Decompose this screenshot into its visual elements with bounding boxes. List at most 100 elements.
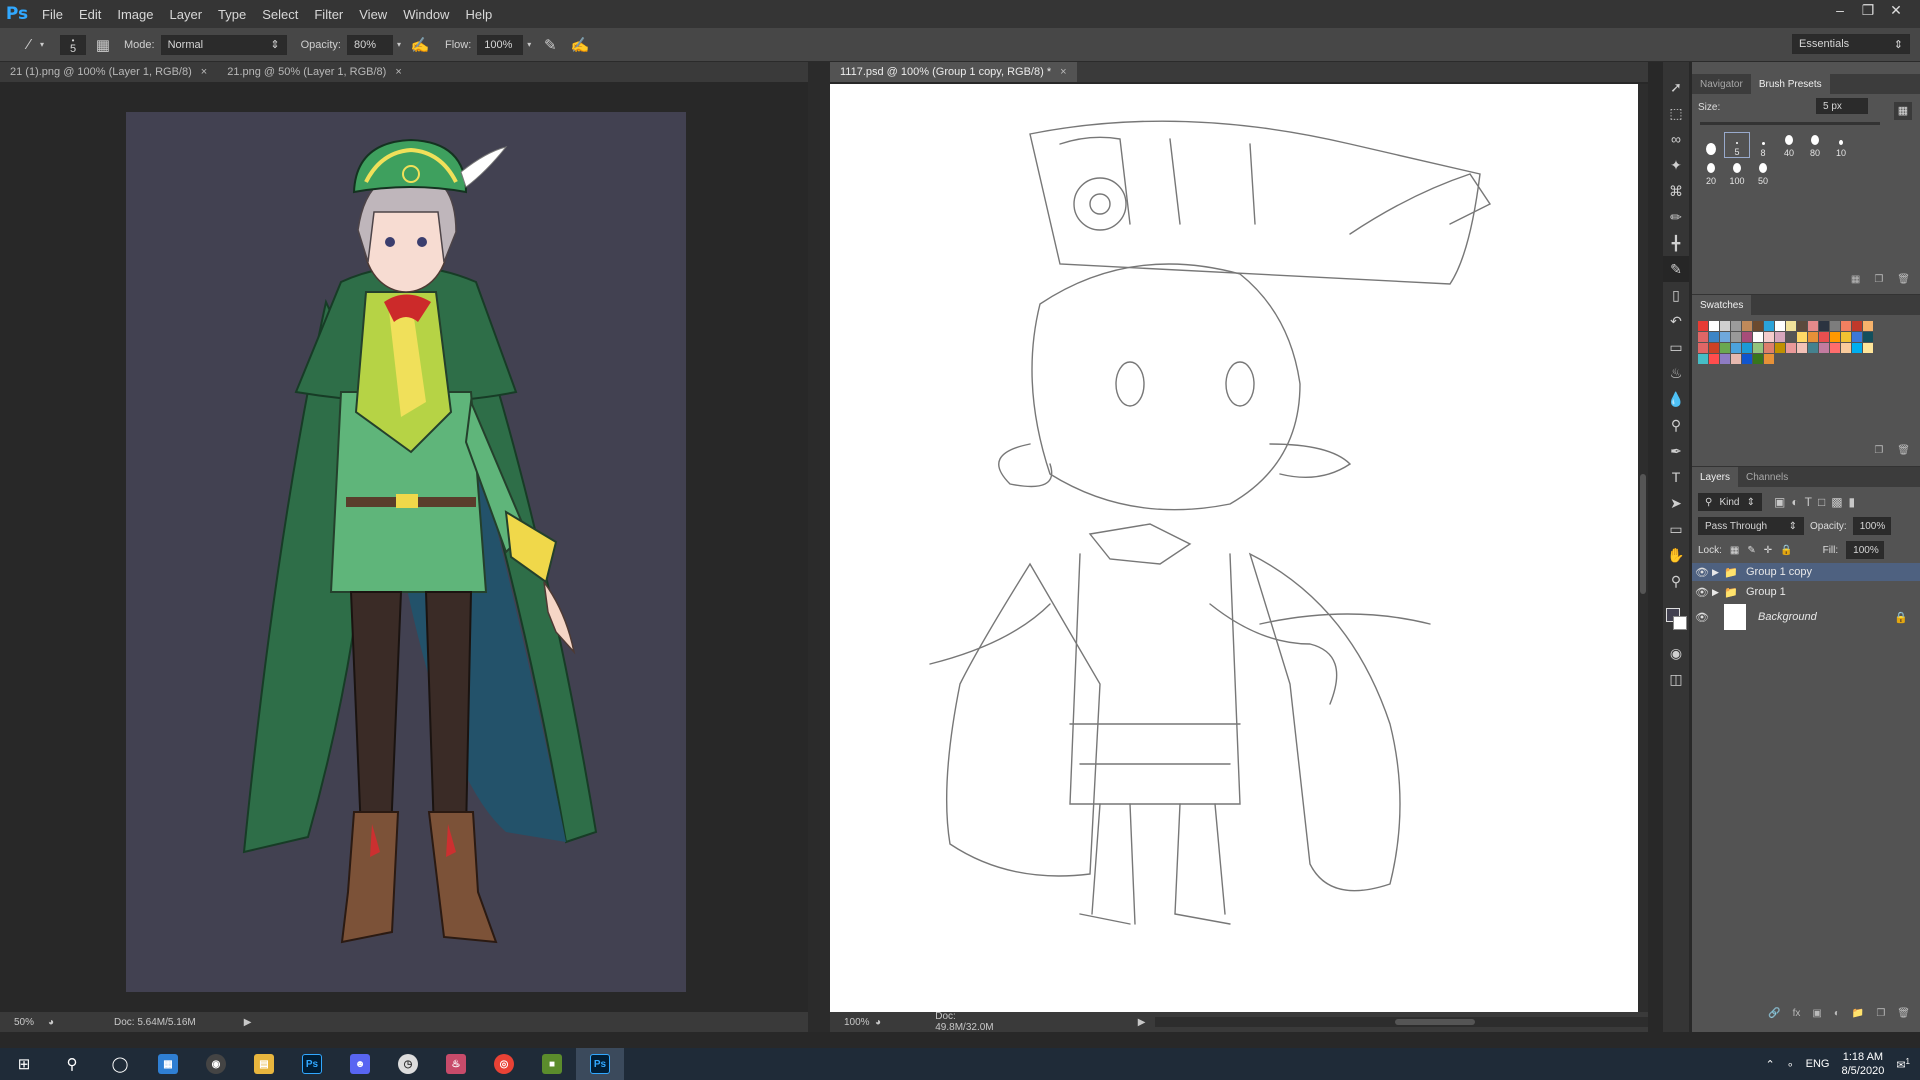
clock-app-icon[interactable]: ◷ [384,1048,432,1080]
blend-mode-dropdown[interactable]: Pass Through ⇕ [1698,517,1804,535]
flow-input[interactable]: 100% [477,34,524,55]
workspace-dropdown[interactable]: Essentials ⇕ [1792,34,1910,54]
color-swatch[interactable] [1742,354,1752,364]
document-tab[interactable]: 21 (1).png @ 100% (Layer 1, RGB/8) × [0,62,217,82]
airbrush-icon[interactable]: ✎ [539,34,561,56]
eraser-tool-icon[interactable]: ▭ [1663,334,1689,360]
eyedropper-tool-icon[interactable]: ✏ [1663,204,1689,230]
color-swatch[interactable] [1819,332,1829,342]
history-brush-tool-icon[interactable]: ↶ [1663,308,1689,334]
menu-select[interactable]: Select [254,7,306,22]
visibility-eye-icon[interactable]: 👁 [1692,611,1712,624]
hand-tool-icon[interactable]: ✋ [1663,542,1689,568]
pressure-opacity-icon[interactable]: ✍ [409,34,431,56]
menu-type[interactable]: Type [210,7,254,22]
color-swatch[interactable] [1830,332,1840,342]
blur-tool-icon[interactable]: 💧 [1663,386,1689,412]
color-swatch[interactable] [1852,343,1862,353]
new-layer-icon[interactable]: ❐ [1876,1008,1885,1024]
color-swatch[interactable] [1720,332,1730,342]
color-swatch[interactable] [1786,332,1796,342]
close-icon[interactable]: × [1060,66,1066,78]
close-icon[interactable]: × [201,66,207,78]
color-swatch[interactable] [1841,343,1851,353]
trash-icon[interactable]: 🗑 [1897,274,1910,292]
color-swatch[interactable] [1731,354,1741,364]
clone-stamp-tool-icon[interactable]: ▯ [1663,282,1689,308]
scrollbar-thumb[interactable] [1640,474,1646,594]
quick-mask-icon[interactable]: ◉ [1663,640,1689,666]
color-swatch[interactable] [1709,332,1719,342]
dodge-tool-icon[interactable]: ⚲ [1663,412,1689,438]
color-swatch[interactable] [1830,343,1840,353]
filter-type-icon[interactable]: T [1805,495,1812,509]
photoshop-app-icon[interactable]: Ps [288,1048,336,1080]
color-swatch[interactable] [1830,321,1840,331]
layer-row[interactable]: 👁 Background 🔒 [1692,603,1920,631]
size-input[interactable]: 5 px [1816,98,1868,114]
pen-tool-icon[interactable]: ✒ [1663,438,1689,464]
healing-brush-tool-icon[interactable]: ╋ [1663,230,1689,256]
brush-tool-preset-icon[interactable]: ⁄ [18,34,40,56]
color-swatch[interactable] [1709,354,1719,364]
layer-mask-icon[interactable]: ▣ [1812,1008,1821,1024]
expand-arrow-icon[interactable]: ▶ [1712,587,1724,598]
scrollbar-thumb[interactable] [1395,1019,1476,1025]
color-swatch[interactable] [1819,321,1829,331]
document-tab-active[interactable]: 1117.psd @ 100% (Group 1 copy, RGB/8) * × [830,62,1077,82]
color-swatch[interactable] [1720,321,1730,331]
minimize-button[interactable]: – [1826,2,1854,18]
move-tool-icon[interactable]: ➚ [1663,74,1689,100]
brush-preset[interactable]: 20 [1698,160,1724,186]
paint-bucket-tool-icon[interactable]: ♨ [1663,360,1689,386]
color-swatch[interactable] [1841,332,1851,342]
color-swatch[interactable] [1698,332,1708,342]
menu-layer[interactable]: Layer [162,7,211,22]
brush-preset[interactable]: 50 [1750,160,1776,186]
lock-transparent-icon[interactable]: ▦ [1730,545,1739,556]
screen-mode-icon[interactable]: ◫ [1663,666,1689,692]
fill-input[interactable]: 100% [1846,541,1885,559]
color-swatch[interactable] [1764,332,1774,342]
color-swatch[interactable] [1775,332,1785,342]
zoom-level[interactable]: 100% [844,1017,875,1028]
layer-row[interactable]: 👁 ▶ 📁 Group 1 copy [1692,563,1920,581]
color-swatch[interactable] [1709,321,1719,331]
flow-slider-toggle-icon[interactable]: ▾ [527,40,531,49]
brush-size-picker[interactable]: • 5 [60,34,87,55]
menu-window[interactable]: Window [395,7,457,22]
photoshop-active-app-icon[interactable]: Ps [576,1048,624,1080]
horizontal-scrollbar[interactable] [1155,1017,1648,1027]
type-tool-icon[interactable]: T [1663,464,1689,490]
color-swatch[interactable] [1753,332,1763,342]
color-swatches[interactable] [1663,600,1689,640]
notifications-icon[interactable]: ✉1 [1896,1057,1910,1072]
brush-preset[interactable]: 40 [1776,132,1802,158]
link-layers-icon[interactable]: 🔗 [1768,1008,1780,1024]
close-button[interactable]: ✕ [1882,2,1910,19]
brush-tool-icon[interactable]: ✎ [1663,256,1689,282]
obs-app-icon[interactable]: ◉ [192,1048,240,1080]
crop-tool-icon[interactable]: ⌘ [1663,178,1689,204]
discord-app-icon[interactable]: ☻ [336,1048,384,1080]
search-icon[interactable]: ⚲ [48,1048,96,1080]
color-swatch[interactable] [1786,321,1796,331]
expand-arrow-icon[interactable]: ▶ [1712,567,1724,578]
brush-preset[interactable]: 8 [1750,132,1776,158]
trash-icon[interactable]: 🗑 [1897,1008,1910,1024]
visibility-eye-icon[interactable]: 👁 [1692,586,1712,599]
calendar-app-icon[interactable]: ▦ [144,1048,192,1080]
color-swatch[interactable] [1764,321,1774,331]
new-preset-icon[interactable]: ❐ [1874,274,1883,292]
status-info-icon[interactable]: ◕ [875,1017,893,1028]
brush-preset[interactable] [1698,132,1724,158]
document-splitter[interactable] [808,62,830,1032]
brush-preset[interactable]: 100 [1724,160,1750,186]
color-swatch[interactable] [1852,321,1862,331]
file-explorer-icon[interactable]: ▤ [240,1048,288,1080]
color-swatch[interactable] [1841,321,1851,331]
restore-button[interactable]: ❐ [1854,2,1882,19]
color-swatch[interactable] [1698,321,1708,331]
zoom-level[interactable]: 50% [14,1017,48,1028]
menu-view[interactable]: View [351,7,395,22]
